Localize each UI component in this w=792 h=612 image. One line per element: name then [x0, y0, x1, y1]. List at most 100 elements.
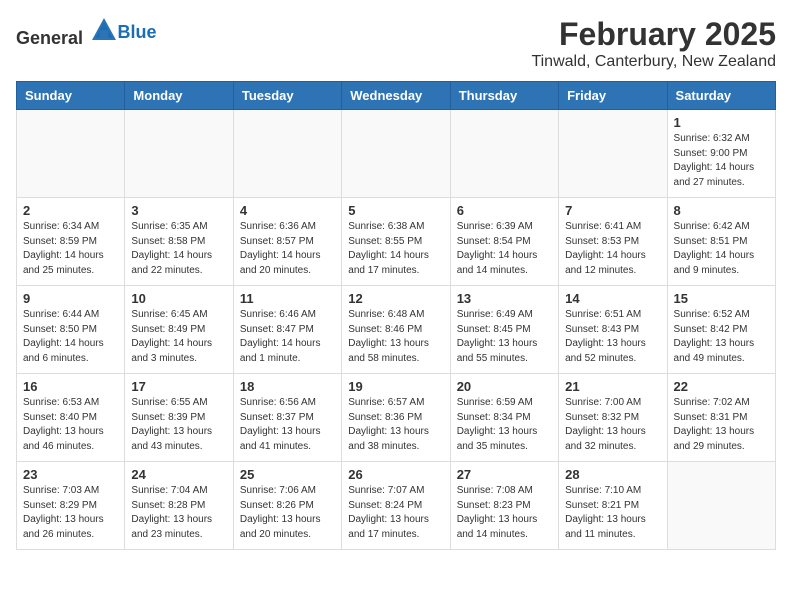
day-info: Sunrise: 6:38 AM Sunset: 8:55 PM Dayligh…: [348, 220, 443, 278]
day-info: Sunrise: 7:08 AM Sunset: 8:23 PM Dayligh…: [457, 484, 552, 542]
calendar-cell: 26 Sunrise: 7:07 AM Sunset: 8:24 PM Dayli…: [342, 462, 450, 550]
logo: General Blue: [16, 16, 157, 49]
day-number: 11: [240, 291, 335, 306]
weekday-header-tuesday: Tuesday: [233, 82, 341, 110]
day-info: Sunrise: 6:57 AM Sunset: 8:36 PM Dayligh…: [348, 396, 443, 454]
title-area: February 2025 Tinwald, Canterbury, New Z…: [531, 16, 776, 71]
day-number: 25: [240, 467, 335, 482]
logo-blue-text: Blue: [118, 22, 157, 43]
calendar-cell: [342, 110, 450, 198]
calendar-cell: 28 Sunrise: 7:10 AM Sunset: 8:21 PM Dayli…: [559, 462, 667, 550]
day-number: 5: [348, 203, 443, 218]
day-info: Sunrise: 6:32 AM Sunset: 9:00 PM Dayligh…: [674, 132, 769, 190]
day-info: Sunrise: 6:59 AM Sunset: 8:34 PM Dayligh…: [457, 396, 552, 454]
day-info: Sunrise: 6:51 AM Sunset: 8:43 PM Dayligh…: [565, 308, 660, 366]
day-number: 28: [565, 467, 660, 482]
calendar-table: SundayMondayTuesdayWednesdayThursdayFrid…: [16, 81, 776, 550]
weekday-header-sunday: Sunday: [17, 82, 125, 110]
calendar-cell: [559, 110, 667, 198]
weekday-header-saturday: Saturday: [667, 82, 775, 110]
day-number: 2: [23, 203, 118, 218]
week-row-2: 2Sunrise: 6:34 AM Sunset: 8:59 PM Daylig…: [17, 198, 776, 286]
calendar-cell: 4 Sunrise: 6:36 AM Sunset: 8:57 PM Daylig…: [233, 198, 341, 286]
day-number: 26: [348, 467, 443, 482]
day-number: 14: [565, 291, 660, 306]
day-number: 15: [674, 291, 769, 306]
day-info: Sunrise: 6:52 AM Sunset: 8:42 PM Dayligh…: [674, 308, 769, 366]
day-number: 9: [23, 291, 118, 306]
week-row-4: 16 Sunrise: 6:53 AM Sunset: 8:40 PM Dayli…: [17, 374, 776, 462]
calendar-cell: 25Sunrise: 7:06 AM Sunset: 8:26 PM Dayli…: [233, 462, 341, 550]
week-row-1: 1 Sunrise: 6:32 AM Sunset: 9:00 PM Daylig…: [17, 110, 776, 198]
week-row-3: 9 Sunrise: 6:44 AM Sunset: 8:50 PM Daylig…: [17, 286, 776, 374]
day-info: Sunrise: 6:45 AM Sunset: 8:49 PM Dayligh…: [131, 308, 226, 366]
calendar-cell: 1 Sunrise: 6:32 AM Sunset: 9:00 PM Daylig…: [667, 110, 775, 198]
day-info: Sunrise: 6:48 AM Sunset: 8:46 PM Dayligh…: [348, 308, 443, 366]
day-info: Sunrise: 6:39 AM Sunset: 8:54 PM Dayligh…: [457, 220, 552, 278]
calendar-cell: 21 Sunrise: 7:00 AM Sunset: 8:32 PM Dayli…: [559, 374, 667, 462]
day-number: 8: [674, 203, 769, 218]
day-number: 27: [457, 467, 552, 482]
header: General Blue February 2025 Tinwald, Cant…: [16, 16, 776, 71]
day-info: Sunrise: 7:02 AM Sunset: 8:31 PM Dayligh…: [674, 396, 769, 454]
calendar-cell: 2Sunrise: 6:34 AM Sunset: 8:59 PM Daylig…: [17, 198, 125, 286]
calendar-cell: 3 Sunrise: 6:35 AM Sunset: 8:58 PM Daylig…: [125, 198, 233, 286]
day-number: 24: [131, 467, 226, 482]
day-number: 12: [348, 291, 443, 306]
weekday-header-friday: Friday: [559, 82, 667, 110]
day-number: 20: [457, 379, 552, 394]
logo-icon: [90, 16, 118, 44]
calendar-cell: 6 Sunrise: 6:39 AM Sunset: 8:54 PM Daylig…: [450, 198, 558, 286]
calendar-cell: 5 Sunrise: 6:38 AM Sunset: 8:55 PM Daylig…: [342, 198, 450, 286]
day-info: Sunrise: 6:35 AM Sunset: 8:58 PM Dayligh…: [131, 220, 226, 278]
day-number: 22: [674, 379, 769, 394]
week-row-5: 23 Sunrise: 7:03 AM Sunset: 8:29 PM Dayli…: [17, 462, 776, 550]
day-info: Sunrise: 6:42 AM Sunset: 8:51 PM Dayligh…: [674, 220, 769, 278]
day-info: Sunrise: 7:10 AM Sunset: 8:21 PM Dayligh…: [565, 484, 660, 542]
day-info: Sunrise: 6:44 AM Sunset: 8:50 PM Dayligh…: [23, 308, 118, 366]
calendar-cell: 23 Sunrise: 7:03 AM Sunset: 8:29 PM Dayli…: [17, 462, 125, 550]
calendar-cell: [667, 462, 775, 550]
day-number: 17: [131, 379, 226, 394]
calendar-cell: 10 Sunrise: 6:45 AM Sunset: 8:49 PM Dayli…: [125, 286, 233, 374]
calendar-cell: 9 Sunrise: 6:44 AM Sunset: 8:50 PM Daylig…: [17, 286, 125, 374]
day-info: Sunrise: 7:03 AM Sunset: 8:29 PM Dayligh…: [23, 484, 118, 542]
calendar-cell: 24Sunrise: 7:04 AM Sunset: 8:28 PM Dayli…: [125, 462, 233, 550]
day-number: 23: [23, 467, 118, 482]
calendar-cell: [125, 110, 233, 198]
weekday-header-wednesday: Wednesday: [342, 82, 450, 110]
day-number: 21: [565, 379, 660, 394]
calendar-cell: 12 Sunrise: 6:48 AM Sunset: 8:46 PM Dayli…: [342, 286, 450, 374]
calendar-cell: 27 Sunrise: 7:08 AM Sunset: 8:23 PM Dayli…: [450, 462, 558, 550]
day-number: 3: [131, 203, 226, 218]
calendar-cell: 14 Sunrise: 6:51 AM Sunset: 8:43 PM Dayli…: [559, 286, 667, 374]
day-info: Sunrise: 6:53 AM Sunset: 8:40 PM Dayligh…: [23, 396, 118, 454]
day-info: Sunrise: 6:41 AM Sunset: 8:53 PM Dayligh…: [565, 220, 660, 278]
day-number: 4: [240, 203, 335, 218]
day-info: Sunrise: 7:00 AM Sunset: 8:32 PM Dayligh…: [565, 396, 660, 454]
day-number: 6: [457, 203, 552, 218]
day-number: 18: [240, 379, 335, 394]
calendar-cell: 19Sunrise: 6:57 AM Sunset: 8:36 PM Dayli…: [342, 374, 450, 462]
main-title: February 2025: [531, 16, 776, 53]
calendar-cell: 20 Sunrise: 6:59 AM Sunset: 8:34 PM Dayli…: [450, 374, 558, 462]
weekday-header-row: SundayMondayTuesdayWednesdayThursdayFrid…: [17, 82, 776, 110]
calendar-cell: [450, 110, 558, 198]
day-number: 7: [565, 203, 660, 218]
calendar-cell: 13Sunrise: 6:49 AM Sunset: 8:45 PM Dayli…: [450, 286, 558, 374]
calendar-cell: 16 Sunrise: 6:53 AM Sunset: 8:40 PM Dayli…: [17, 374, 125, 462]
day-number: 13: [457, 291, 552, 306]
day-info: Sunrise: 7:07 AM Sunset: 8:24 PM Dayligh…: [348, 484, 443, 542]
day-number: 10: [131, 291, 226, 306]
calendar-cell: 18 Sunrise: 6:56 AM Sunset: 8:37 PM Dayli…: [233, 374, 341, 462]
subtitle: Tinwald, Canterbury, New Zealand: [531, 53, 776, 71]
calendar-cell: 7 Sunrise: 6:41 AM Sunset: 8:53 PM Daylig…: [559, 198, 667, 286]
day-info: Sunrise: 6:36 AM Sunset: 8:57 PM Dayligh…: [240, 220, 335, 278]
calendar-cell: 8 Sunrise: 6:42 AM Sunset: 8:51 PM Daylig…: [667, 198, 775, 286]
calendar-cell: 15 Sunrise: 6:52 AM Sunset: 8:42 PM Dayli…: [667, 286, 775, 374]
day-info: Sunrise: 6:56 AM Sunset: 8:37 PM Dayligh…: [240, 396, 335, 454]
day-number: 1: [674, 115, 769, 130]
day-number: 16: [23, 379, 118, 394]
logo-general-text: General: [16, 28, 83, 48]
weekday-header-monday: Monday: [125, 82, 233, 110]
